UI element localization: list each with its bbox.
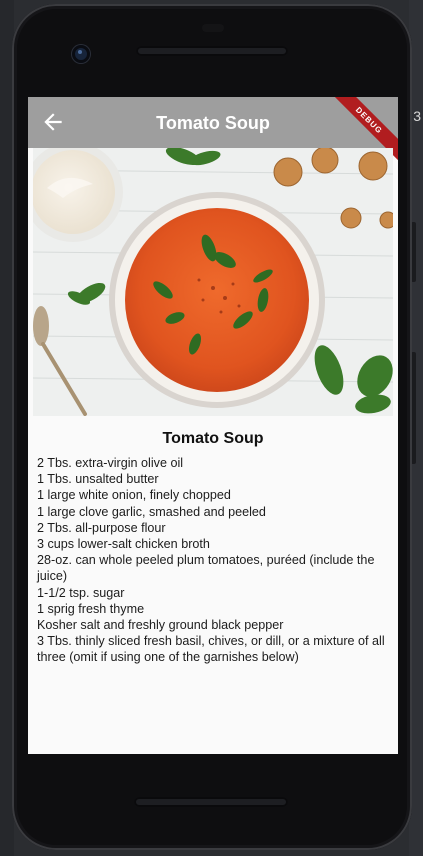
ingredient-item: Kosher salt and freshly ground black pep… [37, 618, 284, 633]
hero-image [33, 148, 393, 416]
app-screen: Tomato Soup DEBUG Tomato Soup 2 Tbs. ext… [28, 97, 398, 754]
ingredient-item: 1-1/2 tsp. sugar [37, 585, 125, 600]
ingredient-item: 1 large white onion, finely chopped [37, 488, 231, 503]
ingredient-item: 1 sprig fresh thyme [37, 601, 145, 616]
ingredient-item: 2 Tbs. all-purpose flour [37, 520, 166, 535]
bottom-speaker [134, 797, 288, 807]
ingredient-item: 2 Tbs. extra-virgin olive oil [37, 456, 184, 470]
ingredient-item: 1 Tbs. unsalted butter [37, 472, 159, 487]
ingredient-item: 3 cups lower-salt chicken broth [37, 537, 210, 552]
ide-edge-text: 3 [413, 108, 421, 124]
ingredients-list: 2 Tbs. extra-virgin olive oil 1 Tbs. uns… [37, 455, 389, 666]
front-camera-icon [72, 45, 90, 63]
proximity-sensor [202, 24, 224, 32]
recipe-title: Tomato Soup [162, 430, 264, 447]
ingredient-item: 28-oz. can whole peeled plum tomatoes, p… [37, 553, 375, 584]
ingredient-item: 1 large clove garlic, smashed and peeled [37, 504, 266, 519]
ingredient-item: 3 Tbs. thinly sliced fresh basil, chives… [37, 634, 385, 665]
earpiece-speaker [136, 46, 288, 56]
